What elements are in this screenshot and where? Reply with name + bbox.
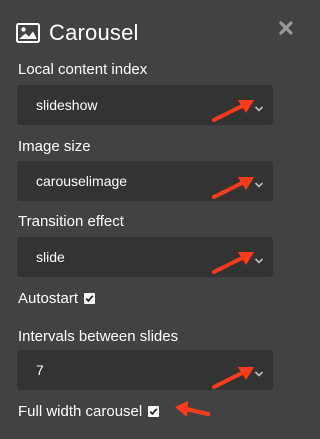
autostart-row: Autostart: [18, 290, 96, 307]
panel-header: Carousel: [16, 16, 139, 50]
panel-title: Carousel: [49, 20, 139, 45]
interval-value: 7: [36, 362, 44, 378]
full-width-row: Full width carousel: [18, 403, 160, 420]
autostart-checkbox[interactable]: [84, 293, 96, 304]
transition-value: slide: [36, 249, 65, 265]
chevron-down-icon: [254, 252, 264, 264]
image-size-label: Image size: [18, 138, 91, 155]
close-icon[interactable]: [278, 20, 294, 36]
carousel-settings-panel: Carousel Local content index slideshow I…: [0, 0, 308, 439]
interval-select[interactable]: 7: [17, 350, 273, 390]
content-index-label: Local content index: [18, 61, 148, 78]
transition-select[interactable]: slide: [17, 237, 273, 277]
chevron-down-icon: [254, 176, 264, 188]
chevron-down-icon: [254, 365, 264, 377]
full-width-label: Full width carousel: [18, 403, 143, 420]
chevron-down-icon: [254, 100, 264, 112]
content-index-select[interactable]: slideshow: [17, 85, 273, 125]
autostart-label: Autostart: [18, 290, 79, 307]
content-index-value: slideshow: [36, 97, 98, 113]
image-size-select[interactable]: carouselimage: [17, 161, 273, 201]
image-size-value: carouselimage: [36, 173, 128, 189]
full-width-checkbox[interactable]: [148, 406, 160, 417]
transition-label: Transition effect: [18, 213, 124, 230]
annotation-arrow-icon: [175, 401, 210, 417]
interval-label: Intervals between slides: [18, 328, 179, 345]
image-icon: [16, 23, 40, 43]
